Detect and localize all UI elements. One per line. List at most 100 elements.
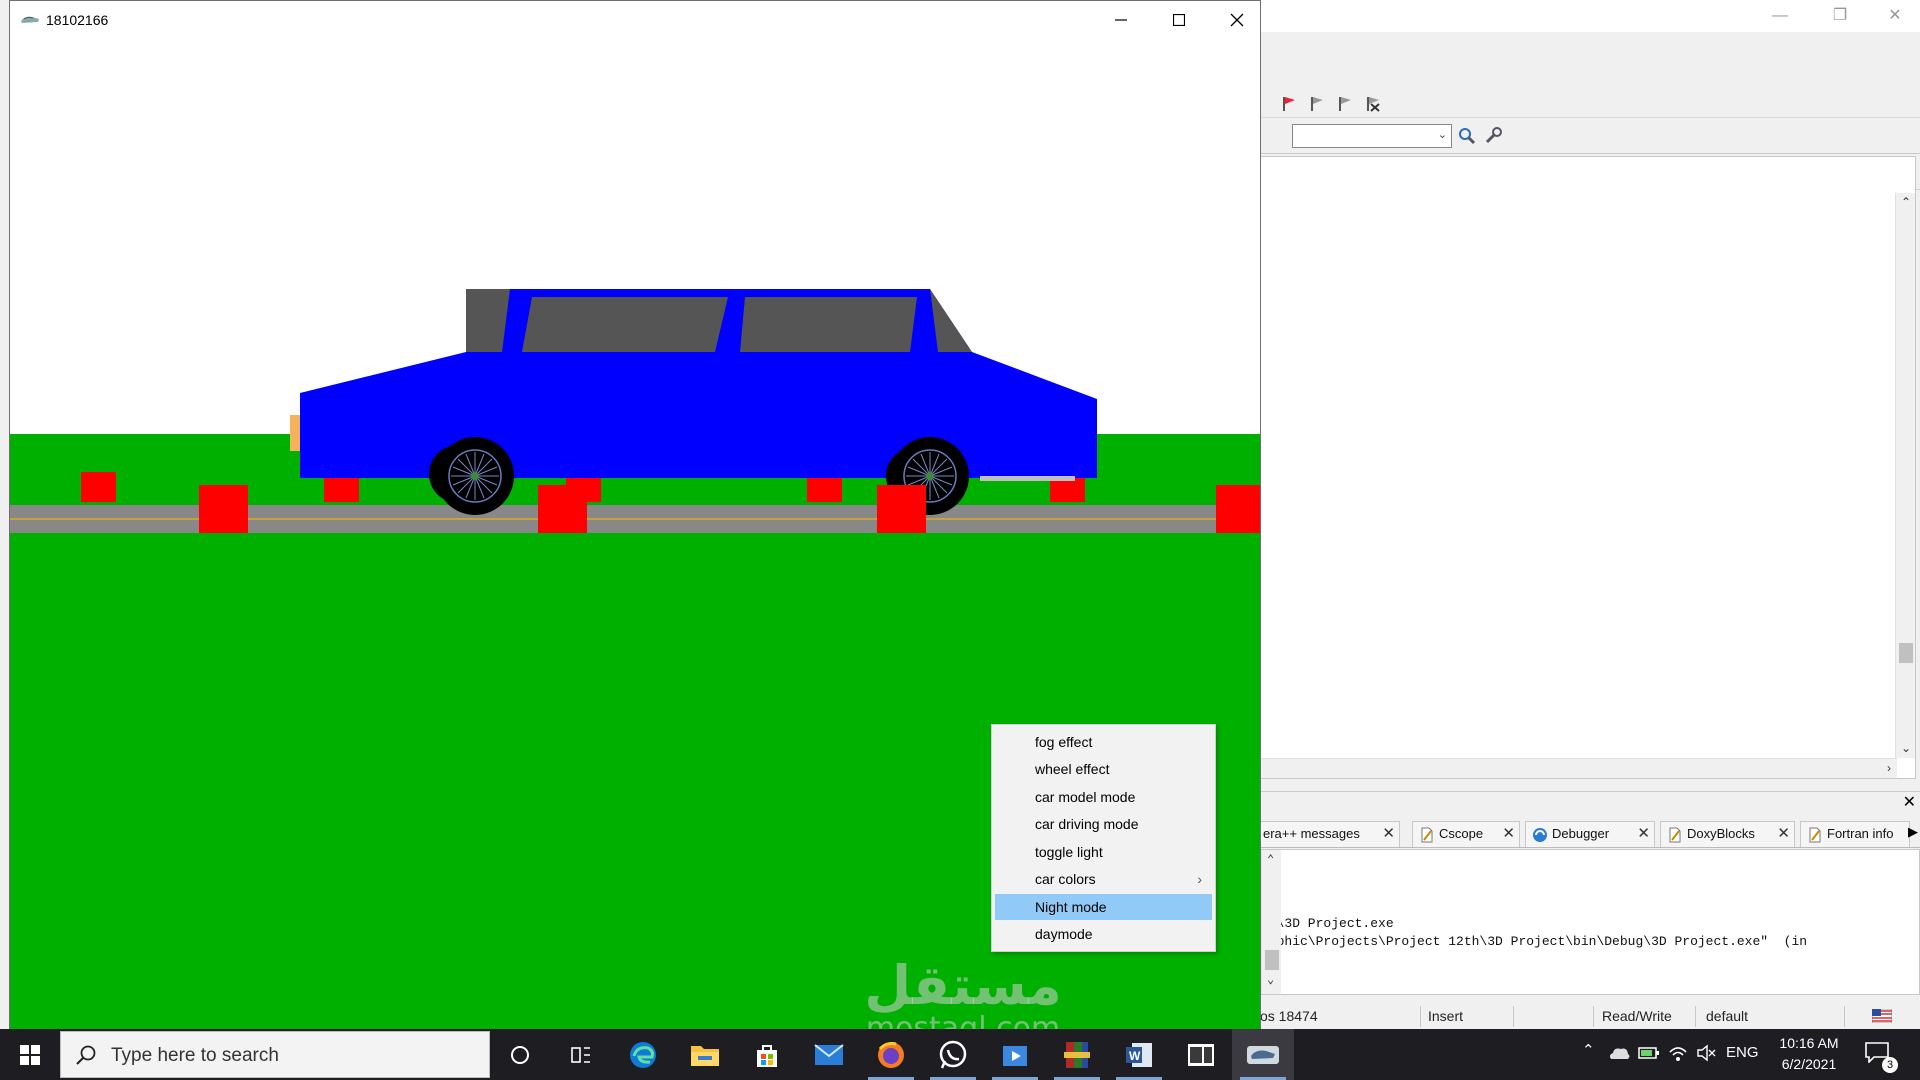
taskbar-notepad[interactable] (1170, 1029, 1232, 1080)
menu-item-wheel-effect[interactable]: wheel effect (995, 756, 1212, 782)
document-icon (1419, 827, 1435, 843)
menu-item-fog-effect[interactable]: fog effect (995, 729, 1212, 755)
language-indicator[interactable]: ENG (1726, 1044, 1759, 1061)
ide-close-button[interactable]: ✕ (1875, 4, 1915, 28)
media-player-icon (1003, 1045, 1027, 1066)
scroll-right-icon[interactable]: › (1887, 761, 1891, 775)
ide-restore-button[interactable]: ❐ (1820, 4, 1860, 28)
battery-icon[interactable] (1638, 1045, 1660, 1065)
tab-fortran-info[interactable]: Fortran info (1800, 821, 1910, 847)
menu-item-daymode[interactable]: daymode (995, 921, 1212, 947)
taskbar: Type here to search W ⌃ ENG 10:16 AM 6/2… (0, 1029, 1920, 1080)
tab-scroll-right-icon[interactable]: ▶ (1908, 824, 1918, 840)
cortana-button[interactable] (489, 1029, 551, 1080)
close-icon[interactable]: ✕ (1382, 822, 1395, 846)
store-icon (757, 1044, 777, 1067)
taskbar-whatsapp[interactable] (922, 1029, 984, 1080)
ide-minimize-button[interactable]: — (1760, 4, 1800, 28)
tab-build-messages[interactable]: era++ messages ✕ (1260, 821, 1400, 847)
menu-item-car-colors[interactable]: car colors › (995, 866, 1212, 892)
start-button[interactable] (0, 1029, 60, 1080)
status-divider (1420, 1006, 1421, 1027)
car-window (522, 297, 728, 352)
ide-log-tabs: era++ messages ✕ Cscope ✕ Debugger ✕ Dox… (1260, 818, 1920, 848)
maximize-icon (1173, 14, 1185, 26)
minimize-icon (1115, 19, 1127, 21)
onedrive-icon[interactable] (1608, 1045, 1630, 1065)
taskbar-search-box[interactable]: Type here to search (60, 1031, 490, 1078)
app-window: 18102166 fog effect wheel effect car mod… (9, 0, 1261, 1030)
editor-horizontal-scrollbar[interactable]: › (1261, 758, 1897, 778)
scroll-up-icon[interactable]: ⌃ (1901, 195, 1911, 209)
menu-item-toggle-light[interactable]: toggle light (995, 839, 1212, 865)
close-icon[interactable]: ✕ (1903, 792, 1916, 812)
scroll-thumb[interactable] (1899, 643, 1913, 663)
taskbar-mail[interactable] (798, 1029, 860, 1080)
editor-vertical-scrollbar[interactable]: ⌃ ⌄ (1895, 193, 1915, 758)
menu-item-night-mode[interactable]: Night mode (995, 894, 1212, 920)
menu-item-car-model-mode[interactable]: car model mode (995, 784, 1212, 810)
minimize-button[interactable] (1092, 1, 1150, 39)
task-view-button[interactable] (550, 1029, 612, 1080)
menu-item-car-driving-mode[interactable]: car driving mode (995, 811, 1212, 837)
car-bumper (980, 476, 1075, 481)
taskbar-winrar[interactable] (1046, 1029, 1108, 1080)
find-icon[interactable] (1456, 125, 1478, 147)
close-button[interactable] (1208, 1, 1266, 39)
log-line: raphic\Projects\Project 12th\3D Project\… (1261, 934, 1808, 949)
wrench-icon[interactable] (1482, 125, 1504, 147)
car-window (740, 297, 917, 352)
cortana-icon (511, 1045, 529, 1064)
ide-editor[interactable]: ⌃ ⌄ › (1260, 156, 1916, 779)
app-titlebar[interactable]: 18102166 (10, 1, 1260, 39)
taskbar-firefox[interactable] (860, 1029, 922, 1080)
scroll-down-icon[interactable]: ⌄ (1901, 741, 1911, 755)
ide-search-combo[interactable]: ⌄ (1292, 124, 1452, 148)
bookmark-clear-icon[interactable] (1362, 93, 1384, 115)
clock[interactable]: 10:16 AM 6/2/2021 (1764, 1033, 1854, 1075)
taskbar-edge[interactable] (612, 1029, 674, 1080)
traffic-cone (199, 485, 248, 533)
app-icon (20, 13, 40, 32)
ide-log-output[interactable]: ug\3D Project.exe raphic\Projects\Projec… (1260, 849, 1920, 995)
close-icon[interactable]: ✕ (1637, 822, 1650, 846)
close-icon[interactable]: ✕ (1502, 822, 1515, 846)
scroll-down-icon[interactable]: ⌄ (1267, 972, 1274, 987)
wifi-icon[interactable] (1668, 1044, 1688, 1066)
status-access: Read/Write (1602, 1008, 1672, 1024)
status-divider (1513, 1006, 1514, 1027)
bookmark-prev-icon[interactable] (1306, 93, 1328, 115)
taskbar-media-player[interactable] (984, 1029, 1046, 1080)
close-icon[interactable]: ✕ (1777, 822, 1790, 846)
scroll-up-icon[interactable]: ⌃ (1267, 852, 1274, 867)
taskbar-store[interactable] (736, 1029, 798, 1080)
ide-toolbar-search: ⌄ (1260, 120, 1920, 154)
edge-icon (630, 1041, 656, 1068)
chevron-down-icon: ⌄ (1437, 129, 1447, 141)
status-encoding: default (1706, 1008, 1749, 1024)
ide-statusbar: os 18474 Insert Read/Write default (1260, 1004, 1920, 1029)
log-scrollbar[interactable]: ⌃ ⌄ (1261, 850, 1281, 994)
volume-muted-icon[interactable] (1696, 1044, 1716, 1066)
taskbar-codeblocks[interactable] (1232, 1029, 1294, 1080)
svg-text:W: W (1129, 1049, 1141, 1063)
taskbar-file-explorer[interactable] (674, 1029, 736, 1080)
mail-icon (814, 1043, 844, 1065)
traffic-cone (81, 472, 116, 502)
tab-debugger[interactable]: Debugger ✕ (1525, 821, 1655, 847)
codeblocks-icon (1247, 1045, 1279, 1064)
bookmark-next-icon[interactable] (1334, 93, 1356, 115)
whatsapp-icon (939, 1040, 967, 1068)
taskbar-word[interactable]: W (1108, 1029, 1170, 1080)
status-position: os 18474 (1260, 1008, 1318, 1024)
tab-cscope[interactable]: Cscope ✕ (1412, 821, 1520, 847)
notification-center-button[interactable]: 3 (1860, 1037, 1900, 1073)
tray-overflow-icon[interactable]: ⌃ (1582, 1041, 1595, 1059)
tab-doxyblocks[interactable]: DoxyBlocks ✕ (1660, 821, 1795, 847)
winrar-icon (1064, 1041, 1090, 1068)
maximize-button[interactable] (1150, 1, 1208, 39)
word-icon: W (1126, 1042, 1152, 1067)
scroll-thumb[interactable] (1265, 950, 1279, 970)
flag-icon (1871, 1008, 1893, 1026)
bookmark-toggle-icon[interactable] (1278, 93, 1300, 115)
